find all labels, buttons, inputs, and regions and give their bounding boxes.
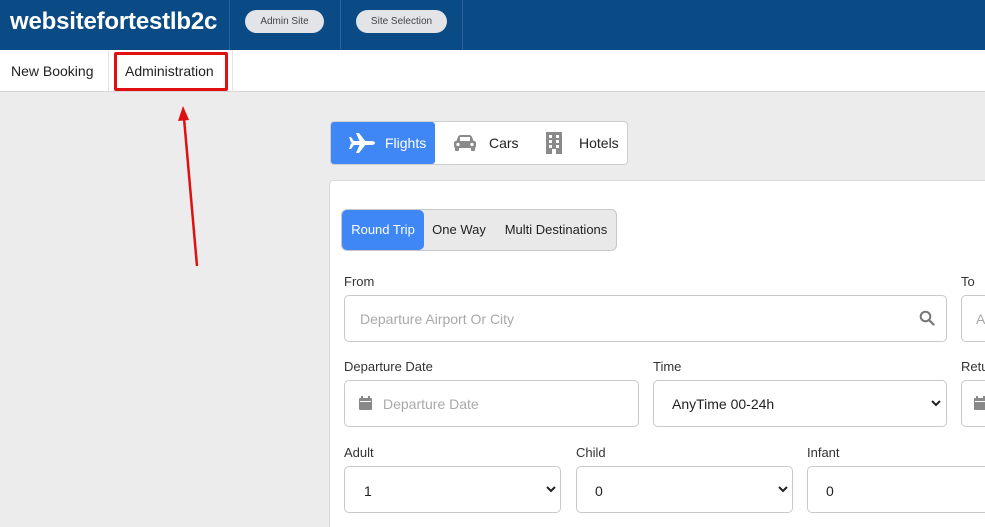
- to-placeholder: A: [976, 311, 985, 327]
- infant-label: Infant: [807, 445, 840, 460]
- tab-hotels-label: Hotels: [579, 135, 619, 151]
- from-label: From: [344, 274, 375, 289]
- child-label: Child: [576, 445, 606, 460]
- child-value: 0: [595, 483, 603, 499]
- building-icon: [545, 132, 563, 154]
- nav-new-booking[interactable]: New Booking: [11, 50, 94, 92]
- departure-date-placeholder: Departure Date: [383, 396, 479, 412]
- time-select[interactable]: AnyTime 00-24h: [653, 380, 947, 427]
- admin-site-button[interactable]: Admin Site: [245, 10, 324, 33]
- return-date-label: Retu: [961, 359, 985, 374]
- calendar-icon: [359, 396, 372, 415]
- site-selection-segment: Site Selection: [341, 0, 463, 50]
- adult-label: Adult: [344, 445, 374, 460]
- time-label: Time: [653, 359, 682, 374]
- from-input[interactable]: Departure Airport Or City: [344, 295, 947, 342]
- search-icon: [919, 310, 935, 331]
- infant-value: 0: [826, 483, 834, 499]
- chevron-down-icon: [545, 482, 557, 500]
- tab-flights[interactable]: Flights: [331, 122, 435, 164]
- departure-date-label: Departure Date: [344, 359, 433, 374]
- plane-icon: [348, 132, 376, 154]
- nav-divider: [108, 50, 109, 92]
- admin-site-segment: Admin Site: [230, 0, 341, 50]
- return-date-input[interactable]: [961, 380, 985, 427]
- site-brand[interactable]: websitefortestlb2c: [0, 0, 230, 50]
- trip-round-trip[interactable]: Round Trip: [342, 210, 424, 250]
- tab-hotels[interactable]: Hotels: [545, 122, 629, 164]
- trip-multi-destinations[interactable]: Multi Destinations: [498, 210, 614, 250]
- tab-flights-label: Flights: [385, 135, 427, 151]
- top-bar: websitefortestlb2c Admin Site Site Selec…: [0, 0, 985, 50]
- tab-cars[interactable]: Cars: [453, 122, 531, 164]
- calendar-icon: [974, 396, 985, 415]
- product-tabs: Flights Cars Hotels: [330, 121, 628, 165]
- departure-date-input[interactable]: Departure Date: [344, 380, 639, 427]
- adult-value: 1: [364, 483, 372, 499]
- trip-one-way[interactable]: One Way: [428, 210, 490, 250]
- chevron-down-icon: [930, 396, 942, 414]
- nav-divider: [232, 50, 233, 92]
- to-label: To: [961, 274, 975, 289]
- trip-type-selector: Round Trip One Way Multi Destinations: [341, 209, 617, 251]
- from-placeholder: Departure Airport Or City: [360, 311, 515, 327]
- administration-highlight-box: [114, 52, 228, 91]
- to-input[interactable]: A: [961, 295, 985, 342]
- car-icon: [453, 134, 477, 152]
- chevron-down-icon: [777, 482, 789, 500]
- site-selection-button[interactable]: Site Selection: [356, 10, 447, 33]
- tab-cars-label: Cars: [489, 135, 519, 151]
- infant-select[interactable]: 0: [807, 466, 985, 513]
- adult-select[interactable]: 1: [344, 466, 561, 513]
- child-select[interactable]: 0: [576, 466, 793, 513]
- time-value: AnyTime 00-24h: [672, 396, 775, 412]
